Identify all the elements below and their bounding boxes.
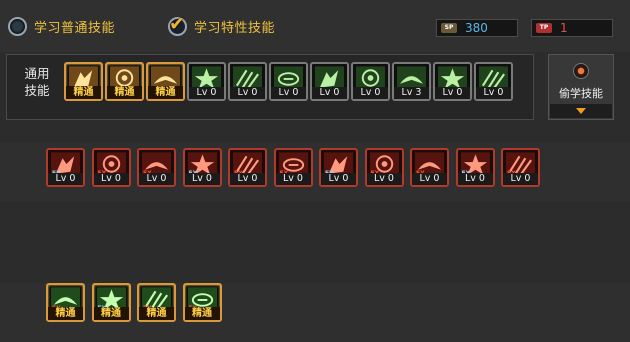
skill-slot[interactable]: EXLv 0 (137, 148, 176, 187)
skill-slot[interactable]: EX精通 (46, 283, 85, 322)
skill-slot[interactable]: EXLv 0 (182, 148, 222, 187)
steal-orb-icon (573, 63, 589, 79)
tab-label: 学习特性技能 (194, 20, 276, 36)
level-label: Lv 0 (230, 87, 265, 99)
title-line: 技能 (24, 83, 50, 98)
steal-skill-button[interactable]: 偷学技能 (548, 54, 614, 120)
top-bar: 学习普通技能 ✔ 学习特性技能 SP 380 TP 1 (0, 0, 630, 52)
skill-slot[interactable]: Lv 0 (433, 62, 472, 101)
level-label: Lv 0 (503, 173, 538, 185)
tp-counter: TP 1 (531, 19, 613, 37)
skill-slot[interactable]: Lv 0 (187, 62, 226, 101)
level-label: Lv 0 (366, 173, 402, 185)
skill-slot[interactable]: Lv 0 (310, 62, 349, 101)
skill-slot[interactable]: EXLv 0 (501, 148, 540, 187)
sp-badge-icon: SP (441, 23, 457, 33)
level-label: Lv 0 (139, 173, 174, 185)
skill-slot[interactable]: 精通 (146, 62, 185, 101)
level-label: Lv 0 (312, 87, 347, 99)
mastery-label: 精通 (148, 86, 183, 99)
skill-slot[interactable]: Lv 0 (474, 62, 513, 101)
skill-slot[interactable]: EXLv 0 (319, 148, 358, 187)
radio-unselected-icon[interactable] (8, 16, 27, 36)
mastery-label: 精通 (184, 307, 220, 320)
level-label: Lv 0 (412, 173, 447, 185)
skill-slot[interactable]: EX精通 (182, 283, 222, 322)
steal-skill-label: 偷学技能 (559, 87, 603, 100)
radio-checked-icon[interactable]: ✔ (168, 13, 187, 36)
mastery-label: 精通 (66, 86, 101, 99)
skill-slot[interactable]: 精通 (105, 62, 144, 101)
skill-slot[interactable]: EXLv 0 (228, 148, 267, 187)
level-label: Lv 0 (189, 87, 224, 99)
level-label: Lv 3 (394, 87, 429, 99)
sp-counter: SP 380 (436, 19, 518, 37)
skill-slot[interactable]: EXLv 0 (46, 148, 85, 187)
level-label: Lv 0 (93, 173, 129, 185)
skill-slot[interactable]: Lv 3 (392, 62, 431, 101)
level-label: Lv 0 (321, 173, 356, 185)
tp-badge-icon: TP (536, 23, 552, 33)
dropdown-arrow-icon[interactable] (550, 104, 612, 118)
tab-label: 学习普通技能 (34, 20, 116, 36)
skill-slot[interactable]: EXLv 0 (273, 148, 313, 187)
skill-slot[interactable]: Lv 0 (228, 62, 267, 101)
tab-learn-special-skills[interactable]: ✔ 学习特性技能 (168, 13, 276, 38)
level-label: Lv 0 (476, 87, 511, 99)
level-label: Lv 0 (230, 173, 265, 185)
mastery-label: 精通 (139, 307, 174, 320)
sp-value: 380 (465, 21, 488, 35)
skill-slot[interactable]: EX精通 (137, 283, 176, 322)
level-label: Lv 0 (275, 173, 311, 185)
skill-slot[interactable]: EX精通 (91, 283, 131, 322)
tp-value: 1 (560, 21, 568, 35)
skill-slot[interactable]: EXLv 0 (364, 148, 404, 187)
skill-slot[interactable]: 精通 (64, 62, 103, 101)
level-label: Lv 0 (184, 173, 220, 185)
skill-slot[interactable]: EXLv 0 (455, 148, 495, 187)
level-label: Lv 0 (271, 87, 306, 99)
mastery-label: 精通 (48, 307, 83, 320)
skill-slot[interactable]: Lv 0 (351, 62, 390, 101)
skill-slot[interactable]: Lv 0 (269, 62, 308, 101)
skill-slot[interactable]: EXLv 0 (410, 148, 449, 187)
title-line: 通用 (24, 66, 50, 81)
level-label: Lv 0 (457, 173, 493, 185)
common-skills-title: 通用 技能 (17, 65, 57, 99)
mastery-label: 精通 (93, 307, 129, 320)
level-label: Lv 0 (48, 173, 83, 185)
level-label: Lv 0 (435, 87, 470, 99)
tab-learn-normal-skills[interactable]: 学习普通技能 (8, 14, 115, 38)
skill-slot[interactable]: EXLv 0 (91, 148, 131, 187)
level-label: Lv 0 (353, 87, 388, 99)
mastery-label: 精通 (107, 86, 142, 99)
